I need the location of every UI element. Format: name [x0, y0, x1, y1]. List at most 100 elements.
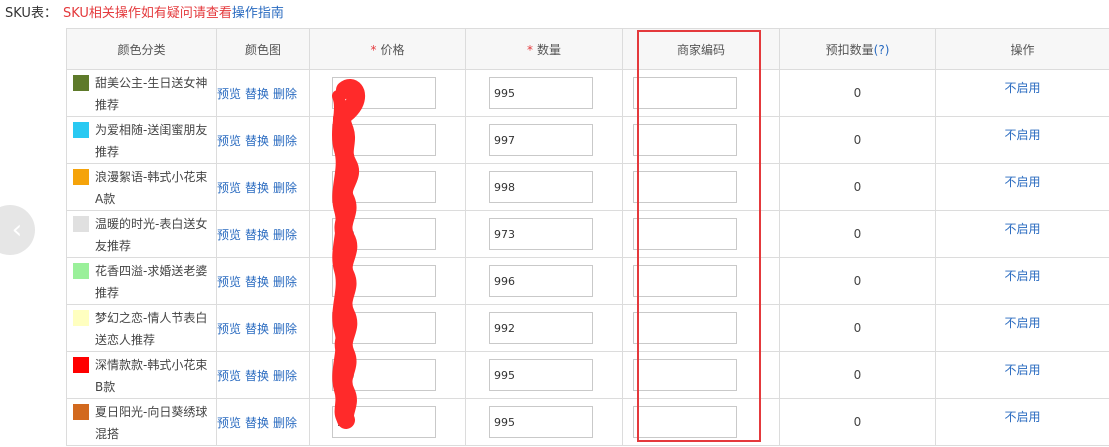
price-input[interactable]: [332, 265, 436, 297]
sku-row: 为爱相随-送闺蜜朋友推荐预览替换删除 0 不启用: [66, 116, 1109, 164]
replace-link[interactable]: 替换: [245, 181, 269, 195]
price-input[interactable]: [332, 124, 436, 156]
quantity-input[interactable]: [489, 359, 593, 391]
disable-link[interactable]: 不启用: [1004, 220, 1040, 237]
color-category-cell: 深情款款-韩式小花束B款: [66, 351, 217, 399]
quantity-input[interactable]: [489, 312, 593, 344]
reserved-qty-value: 0: [779, 210, 936, 258]
preview-link[interactable]: 预览: [217, 228, 241, 242]
price-input[interactable]: [332, 171, 436, 203]
color-name: 甜美公主-生日送女神推荐: [95, 76, 208, 112]
color-category-cell: 浪漫絮语-韩式小花束A款: [66, 163, 217, 211]
col-header-price-label: 价格: [380, 42, 405, 57]
color-swatch: [73, 122, 89, 138]
merchant-code-input[interactable]: [633, 77, 737, 109]
preview-link[interactable]: 预览: [217, 87, 241, 101]
quantity-input[interactable]: [489, 218, 593, 250]
color-category: 梦幻之恋-情人节表白送恋人推荐: [67, 305, 216, 351]
delete-link[interactable]: 删除: [273, 369, 297, 383]
quantity-cell: [465, 69, 623, 117]
replace-link[interactable]: 替换: [245, 134, 269, 148]
operation-cell: 不启用: [935, 210, 1109, 258]
quantity-cell: [465, 210, 623, 258]
color-image-cell: 预览 替换 删除: [216, 163, 310, 211]
price-input[interactable]: [332, 77, 436, 109]
delete-link[interactable]: 删除: [273, 134, 297, 148]
preview-link[interactable]: 预览: [217, 416, 241, 430]
quantity-input[interactable]: [489, 406, 593, 438]
quantity-input[interactable]: [489, 77, 593, 109]
delete-link[interactable]: 删除: [273, 181, 297, 195]
reserved-help-link[interactable]: (?): [874, 43, 890, 57]
replace-link[interactable]: 替换: [245, 275, 269, 289]
quantity-input[interactable]: [489, 124, 593, 156]
quantity-cell: [465, 304, 623, 352]
operation-cell: 不启用: [935, 351, 1109, 399]
preview-link[interactable]: 预览: [217, 181, 241, 195]
price-input[interactable]: [332, 312, 436, 344]
delete-link[interactable]: 删除: [273, 416, 297, 430]
col-header-reserved-qty: 预扣数量(?): [779, 28, 936, 70]
price-input[interactable]: [332, 218, 436, 250]
delete-link[interactable]: 删除: [273, 87, 297, 101]
merchant-code-input[interactable]: [633, 124, 737, 156]
color-name: 花香四溢-求婚送老婆推荐: [95, 264, 208, 300]
chevron-left-icon: ‹: [11, 215, 23, 245]
reserved-qty-value: 0: [779, 116, 936, 164]
preview-link[interactable]: 预览: [217, 275, 241, 289]
color-image-cell: 预览 替换 删除: [216, 304, 310, 352]
replace-link[interactable]: 替换: [245, 322, 269, 336]
preview-link[interactable]: 预览: [217, 134, 241, 148]
preview-link[interactable]: 预览: [217, 369, 241, 383]
merchant-code-input[interactable]: [633, 312, 737, 344]
reserved-qty-value: 0: [779, 257, 936, 305]
merchant-code-input[interactable]: [633, 265, 737, 297]
delete-link[interactable]: 删除: [273, 228, 297, 242]
color-swatch: [73, 310, 89, 326]
merchant-code-input[interactable]: [633, 406, 737, 438]
sku-help-notice: SKU相关操作如有疑问请查看: [62, 6, 232, 21]
operation-cell: 不启用: [935, 69, 1109, 117]
col-header-operation: 操作: [935, 28, 1109, 70]
disable-link[interactable]: 不启用: [1004, 79, 1040, 96]
delete-link[interactable]: 删除: [273, 275, 297, 289]
operation-cell: 不启用: [935, 116, 1109, 164]
replace-link[interactable]: 替换: [245, 87, 269, 101]
operation-guide-link[interactable]: 操作指南: [232, 6, 284, 21]
disable-link[interactable]: 不启用: [1004, 361, 1040, 378]
quantity-input[interactable]: [489, 265, 593, 297]
quantity-input[interactable]: [489, 171, 593, 203]
sku-table-header-row: 颜色分类 颜色图 * 价格 * 数量 商家编码 预扣数量(?) 操作: [66, 28, 1109, 70]
replace-link[interactable]: 替换: [245, 416, 269, 430]
delete-link[interactable]: 删除: [273, 322, 297, 336]
disable-link[interactable]: 不启用: [1004, 408, 1040, 425]
prev-arrow-button[interactable]: ‹: [0, 205, 35, 255]
sku-header: SKU表： SKU相关操作如有疑问请查看操作指南: [5, 5, 284, 23]
disable-link[interactable]: 不启用: [1004, 267, 1040, 284]
price-cell: [309, 210, 466, 258]
merchant-code-input[interactable]: [633, 171, 737, 203]
color-category-cell: 为爱相随-送闺蜜朋友推荐: [66, 116, 217, 164]
color-swatch: [73, 169, 89, 185]
disable-link[interactable]: 不启用: [1004, 126, 1040, 143]
price-input[interactable]: [332, 406, 436, 438]
preview-link[interactable]: 预览: [217, 322, 241, 336]
operation-cell: 不启用: [935, 398, 1109, 446]
disable-link[interactable]: 不启用: [1004, 173, 1040, 190]
replace-link[interactable]: 替换: [245, 228, 269, 242]
color-category: 温暖的时光-表白送女友推荐: [67, 211, 216, 257]
disable-link[interactable]: 不启用: [1004, 314, 1040, 331]
price-input[interactable]: [332, 359, 436, 391]
color-category-cell: 甜美公主-生日送女神推荐: [66, 69, 217, 117]
col-header-color-image: 颜色图: [216, 28, 310, 70]
price-cell: [309, 257, 466, 305]
sku-row: 夏日阳光-向日葵绣球混搭预览替换删除 0 不启用: [66, 398, 1109, 446]
price-cell: [309, 163, 466, 211]
color-category-cell: 温暖的时光-表白送女友推荐: [66, 210, 217, 258]
merchant-code-input[interactable]: [633, 218, 737, 250]
color-name: 浪漫絮语-韩式小花束A款: [95, 170, 208, 206]
replace-link[interactable]: 替换: [245, 369, 269, 383]
merchant-code-input[interactable]: [633, 359, 737, 391]
quantity-cell: [465, 257, 623, 305]
quantity-cell: [465, 163, 623, 211]
